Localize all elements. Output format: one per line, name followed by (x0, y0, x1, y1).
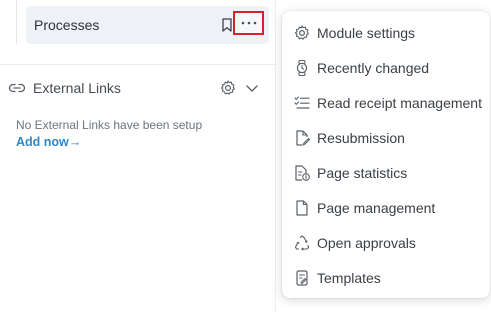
checklist-icon (293, 94, 311, 112)
stage: Processes External Links No External Lin… (0, 0, 491, 312)
menu-item-label: Recently changed (317, 59, 430, 76)
menu-item-resubmission[interactable]: Resubmission (282, 120, 490, 155)
gear-icon[interactable] (219, 79, 237, 97)
menu-item-label: Open approvals (317, 234, 416, 251)
document-pen-icon (293, 129, 311, 147)
tree-line (16, 0, 17, 44)
menu-item-read-receipt-management[interactable]: Read receipt management (282, 85, 490, 120)
menu-item-open-approvals[interactable]: Open approvals (282, 225, 490, 260)
chevron-down-icon[interactable] (244, 81, 260, 95)
empty-state-message: No External Links have been setup (16, 118, 203, 132)
sidebar-item-label: Processes (34, 17, 100, 33)
menu-item-label: Page management (317, 199, 436, 216)
external-links-title: External Links (33, 80, 121, 96)
page-icon (293, 199, 311, 217)
panel-separator (275, 0, 276, 312)
external-links-header[interactable]: External Links (0, 76, 275, 100)
template-icon (293, 269, 311, 287)
add-now-link[interactable]: Add now→ (16, 135, 81, 149)
menu-item-label: Templates (317, 269, 381, 286)
watch-icon (293, 59, 311, 77)
more-options-button[interactable] (233, 11, 264, 35)
recycle-icon (293, 234, 311, 252)
menu-item-label: Module settings (317, 24, 416, 41)
menu-item-recently-changed[interactable]: Recently changed (282, 50, 490, 85)
menu-item-label: Page statistics (317, 164, 408, 181)
context-menu: Module settings Recently changed Read re… (282, 11, 490, 298)
sidebar-item-processes[interactable]: Processes (26, 6, 269, 44)
divider (0, 64, 275, 65)
document-info-icon (293, 164, 311, 182)
link-icon (8, 80, 26, 96)
menu-item-module-settings[interactable]: Module settings (282, 15, 490, 50)
gear-icon (293, 24, 311, 42)
menu-item-label: Resubmission (317, 129, 405, 146)
menu-item-label: Read receipt management (317, 94, 482, 111)
menu-item-page-management[interactable]: Page management (282, 190, 490, 225)
menu-item-page-statistics[interactable]: Page statistics (282, 155, 490, 190)
ellipsis-icon (241, 21, 257, 25)
sidebar: Processes External Links No External Lin… (0, 0, 275, 312)
menu-item-templates[interactable]: Templates (282, 260, 490, 295)
